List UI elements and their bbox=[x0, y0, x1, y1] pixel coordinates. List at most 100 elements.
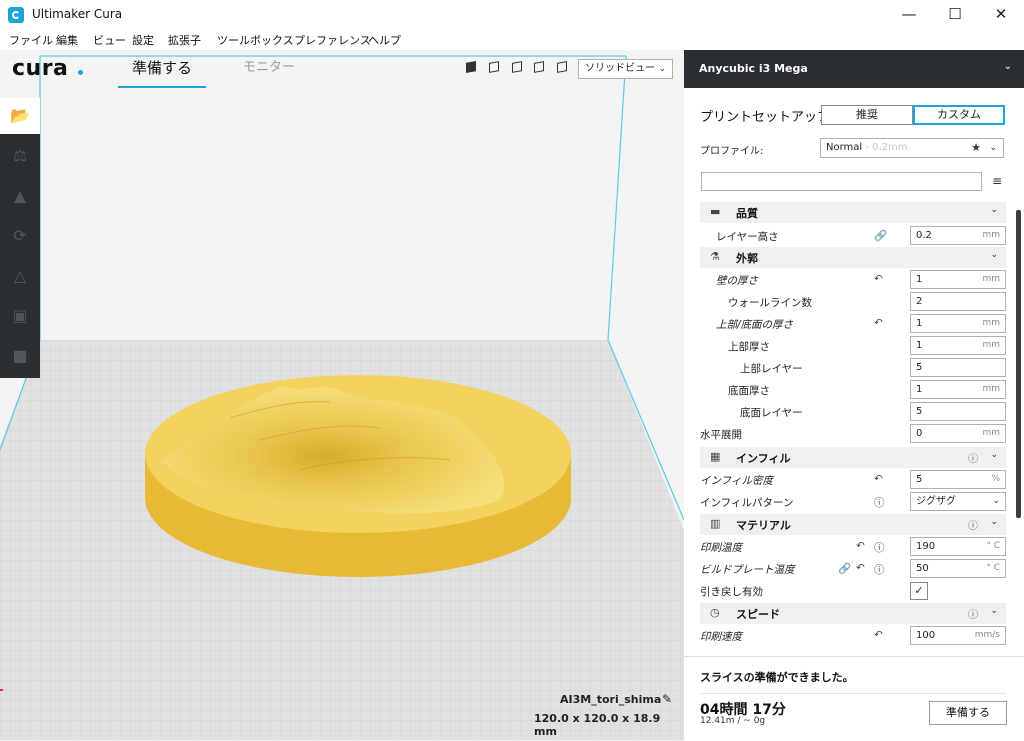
build-plate-temperature-field[interactable]: 50 ° C bbox=[910, 559, 1006, 578]
cura-app-icon bbox=[8, 7, 24, 23]
star-icon[interactable]: ★ bbox=[971, 139, 981, 157]
reset-icon[interactable]: ↶ bbox=[856, 540, 865, 552]
category-shell[interactable]: ⚗ 外郭 ⌄ bbox=[700, 247, 1006, 268]
setting-top-thickness: 上部厚さ 1 mm bbox=[700, 335, 1006, 357]
3d-viewport[interactable]: cura 準備する モニター ソリッドビュー ⌄ 📂 ⚖ ▲ ⟳ △ ▣ ■ A… bbox=[0, 50, 684, 740]
menu-settings[interactable]: 設定 bbox=[132, 32, 154, 48]
support-blocker-icon[interactable]: ■ bbox=[0, 338, 40, 374]
scale-tool-icon[interactable]: ▲ bbox=[0, 178, 40, 214]
prepare-button[interactable]: 準備する bbox=[929, 701, 1007, 725]
wall-line-count-field[interactable]: 2 bbox=[910, 292, 1006, 311]
category-material[interactable]: ▥ マテリアル ⓘ ⌄ bbox=[700, 514, 1006, 535]
view-top-icon[interactable] bbox=[511, 61, 522, 73]
top-layers-field[interactable]: 5 bbox=[910, 358, 1006, 377]
bottom-thickness-field[interactable]: 1 mm bbox=[910, 380, 1006, 399]
link-icon: 🔗 bbox=[874, 230, 888, 242]
horizontal-expansion-field[interactable]: 0 mm bbox=[910, 424, 1006, 443]
view-mode-select[interactable]: ソリッドビュー ⌄ bbox=[578, 59, 673, 79]
printer-selector[interactable]: Anycubic i3 Mega ⌄ bbox=[684, 50, 1024, 88]
setting-infill-density: インフィル密度 ↶ 5% bbox=[700, 469, 1006, 491]
minimize-button[interactable]: — bbox=[886, 0, 932, 29]
menu-edit[interactable]: 編集 bbox=[56, 32, 78, 48]
view-right-icon[interactable] bbox=[557, 61, 568, 73]
close-button[interactable]: ✕ bbox=[978, 0, 1024, 29]
settings-list: ▬ 品質 ⌄ レイヤー高さ 🔗 0.2 mm ⚗ 外郭 ⌄ 壁の厚さ ↶ 1 mm … bbox=[700, 202, 1006, 654]
top-bottom-thickness-field[interactable]: 1 mm bbox=[910, 314, 1006, 333]
view-front-icon[interactable] bbox=[488, 61, 499, 73]
category-infill[interactable]: ▦ インフィル ⓘ ⌄ bbox=[700, 447, 1006, 468]
reset-icon[interactable]: ↶ bbox=[874, 629, 883, 641]
material-estimate: 12.41m / ~ 0g bbox=[700, 716, 766, 726]
wall-thickness-field[interactable]: 1 mm bbox=[910, 270, 1006, 289]
quality-icon: ▬ bbox=[710, 205, 721, 218]
tab-monitor[interactable]: モニター bbox=[225, 50, 313, 88]
setting-label: 印刷速度 bbox=[700, 631, 742, 643]
rotate-tool-icon[interactable]: ⟳ bbox=[0, 218, 40, 254]
open-file-icon[interactable]: 📂 bbox=[0, 98, 40, 134]
setting-bottom-layers: 底面レイヤー 5 bbox=[700, 401, 1006, 423]
menu-bar: ファイル 編集 ビュー 設定 拡張子 ツールボックス プレファレンス ヘルプ bbox=[0, 29, 1024, 50]
view-3d-icon[interactable] bbox=[466, 61, 476, 73]
setting-label: 底面レイヤー bbox=[740, 407, 803, 419]
profile-select[interactable]: Normal - 0.2mm ★ ⌄ bbox=[820, 138, 1004, 158]
move-tool-icon[interactable]: ⚖ bbox=[0, 138, 40, 174]
menu-preferences[interactable]: プレファレンス bbox=[294, 32, 371, 48]
field-value: 1 bbox=[916, 318, 923, 329]
info-icon[interactable]: ⓘ bbox=[874, 540, 885, 555]
per-model-settings-icon[interactable]: ▣ bbox=[0, 298, 40, 334]
material-icon: ▥ bbox=[710, 517, 721, 530]
infill-pattern-select[interactable]: ジグザグ ⌄ bbox=[910, 492, 1006, 511]
print-speed-field[interactable]: 100 mm/s bbox=[910, 626, 1006, 645]
menu-extensions[interactable]: 拡張子 bbox=[168, 32, 201, 48]
settings-visibility-menu-icon[interactable]: ≡ bbox=[992, 174, 1002, 188]
setting-layer-height: レイヤー高さ 🔗 0.2 mm bbox=[700, 225, 1006, 247]
setting-label: 底面厚さ bbox=[728, 385, 770, 397]
info-icon[interactable]: ⓘ bbox=[874, 562, 885, 577]
setting-label: インフィル密度 bbox=[700, 475, 773, 487]
tab-prepare[interactable]: 準備する bbox=[118, 50, 206, 88]
title-bar: Ultimaker Cura — ☐ ✕ bbox=[0, 0, 1024, 29]
top-thickness-field[interactable]: 1 mm bbox=[910, 336, 1006, 355]
reset-icon[interactable]: ↶ bbox=[874, 317, 883, 329]
mirror-tool-icon[interactable]: △ bbox=[0, 258, 40, 294]
field-value: 2 bbox=[916, 296, 923, 307]
menu-file[interactable]: ファイル bbox=[9, 32, 53, 48]
field-unit: mm bbox=[982, 274, 1000, 284]
chevron-down-icon: ⌄ bbox=[992, 496, 1000, 506]
setting-print-temperature: 印刷温度 ↶ ⓘ 190 ° C bbox=[700, 536, 1006, 558]
menu-view[interactable]: ビュー bbox=[93, 32, 126, 48]
printer-name: Anycubic i3 Mega bbox=[699, 62, 808, 75]
print-temperature-field[interactable]: 190 ° C bbox=[910, 537, 1006, 556]
recommended-mode-button[interactable]: 推奨 bbox=[821, 105, 913, 125]
setting-infill-pattern: インフィルパターン ⓘ ジグザグ ⌄ bbox=[700, 491, 1006, 513]
reset-icon[interactable]: ↶ bbox=[874, 273, 883, 285]
field-unit: mm bbox=[982, 318, 1000, 328]
setting-label: インフィルパターン bbox=[700, 497, 794, 509]
chevron-down-icon: ⌄ bbox=[658, 64, 666, 74]
info-icon[interactable]: ⓘ bbox=[968, 606, 978, 621]
menu-help[interactable]: ヘルプ bbox=[368, 32, 401, 48]
reset-icon[interactable]: ↶ bbox=[856, 562, 865, 574]
menu-toolbox[interactable]: ツールボックス bbox=[217, 32, 294, 48]
field-value: 1 bbox=[916, 340, 923, 351]
slice-status: スライスの準備ができました。 bbox=[700, 671, 854, 684]
info-icon[interactable]: ⓘ bbox=[968, 450, 978, 465]
setting-wall-thickness: 壁の厚さ ↶ 1 mm bbox=[700, 269, 1006, 291]
info-icon[interactable]: ⓘ bbox=[874, 495, 885, 510]
custom-mode-button[interactable]: カスタム bbox=[913, 105, 1005, 125]
maximize-button[interactable]: ☐ bbox=[932, 0, 978, 29]
settings-search-input[interactable] bbox=[701, 172, 982, 191]
layer-height-field[interactable]: 0.2 mm bbox=[910, 226, 1006, 245]
category-quality[interactable]: ▬ 品質 ⌄ bbox=[700, 202, 1006, 223]
reset-icon[interactable]: ↶ bbox=[874, 473, 883, 485]
view-left-icon[interactable] bbox=[534, 61, 545, 73]
stage-header: cura 準備する モニター ソリッドビュー ⌄ bbox=[0, 50, 684, 88]
infill-density-field[interactable]: 5% bbox=[910, 470, 1006, 489]
setting-label: 上部厚さ bbox=[728, 341, 770, 353]
pencil-icon[interactable]: ✎ bbox=[662, 692, 672, 706]
info-icon[interactable]: ⓘ bbox=[968, 517, 978, 532]
bottom-layers-field[interactable]: 5 bbox=[910, 402, 1006, 421]
retraction-checkbox[interactable]: ✓ bbox=[910, 582, 928, 600]
category-speed[interactable]: ◷ スピード ⓘ ⌄ bbox=[700, 603, 1006, 624]
settings-scrollbar[interactable] bbox=[1016, 210, 1021, 518]
